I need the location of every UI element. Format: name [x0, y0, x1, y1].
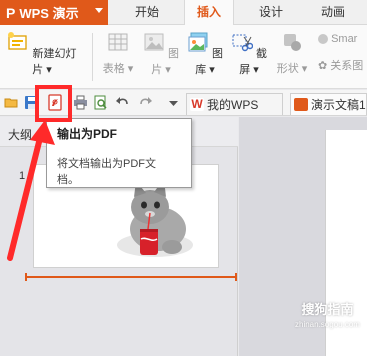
relation-icon: ✿	[318, 60, 328, 72]
shape-label: 形状	[276, 63, 299, 75]
tab-my-wps[interactable]: W 我的WPS	[186, 93, 283, 115]
screenshot-button[interactable]: 截屏 ▾	[230, 31, 268, 77]
table-label: 表格	[102, 63, 125, 75]
open-folder-icon[interactable]	[4, 95, 19, 110]
wps-w-icon: W	[190, 97, 204, 111]
print-icon[interactable]	[73, 95, 88, 110]
wps-logo-icon: P	[6, 4, 16, 21]
relation-diagram-button[interactable]: Smar ✿ 关系图	[318, 31, 367, 73]
presentation-file-icon	[294, 98, 308, 111]
tooltip-title: 输出为PDF	[57, 127, 118, 141]
image-button[interactable]: 图片 ▾	[142, 31, 180, 77]
tab-outline[interactable]: 大纲	[8, 126, 32, 143]
gallery-icon	[188, 32, 208, 52]
smartart-icon	[318, 34, 328, 45]
tab-presentation[interactable]: 演示文稿1	[290, 93, 367, 115]
undo-icon[interactable]	[115, 95, 130, 110]
scissors-icon	[232, 34, 254, 52]
new-slide-label: 新建幻灯片	[32, 48, 77, 76]
tab-animation[interactable]: 动画	[309, 0, 357, 25]
export-pdf-tooltip: 输出为PDF 将文档输出为PDF文 档。	[46, 118, 192, 188]
slide-number: 1	[19, 170, 26, 182]
watermark-brand: 搜狗指南	[301, 302, 354, 317]
print-preview-icon[interactable]	[93, 95, 108, 110]
watermark-url: zhinan.sogou.com	[295, 320, 360, 329]
wps-app-menu-button[interactable]: P WPS 演示	[0, 0, 108, 25]
tab-start[interactable]: 开始	[125, 0, 169, 25]
gallery-button[interactable]: 图库 ▾	[186, 31, 224, 77]
tab-insert[interactable]: 插入	[184, 0, 234, 26]
new-slide-button[interactable]: 新建幻灯片 ▾	[6, 31, 78, 77]
slide-insertion-marker	[25, 273, 237, 281]
dropdown-arrow-icon	[95, 8, 103, 13]
tooltip-description-line1: 将文档输出为PDF文	[57, 158, 156, 170]
customize-dropdown-icon[interactable]	[166, 95, 181, 110]
tab-design[interactable]: 设计	[248, 0, 294, 25]
tab-my-wps-label: 我的WPS	[207, 98, 259, 112]
tooltip-description-line2: 档。	[57, 174, 79, 186]
redo-icon[interactable]	[138, 95, 153, 110]
table-icon	[108, 33, 128, 51]
image-icon	[144, 33, 164, 51]
insert-ribbon: 新建幻灯片 ▾ 表格 ▾ 图片 ▾ 图库 ▾ 截屏 ▾ 形状 ▾ Smar ✿ …	[0, 25, 367, 89]
relation-label: 关系图	[330, 60, 364, 72]
app-title: WPS 演示	[19, 6, 79, 21]
shape-button[interactable]: 形状 ▾	[274, 31, 310, 76]
sogou-watermark: 搜狗指南 zhinan.sogou.com	[295, 299, 360, 329]
highlight-box	[35, 85, 72, 122]
smartart-label: Smar	[331, 33, 358, 45]
tab-presentation-label: 演示文稿1	[311, 98, 366, 112]
new-slide-icon	[8, 32, 28, 50]
shape-icon	[284, 34, 301, 51]
menu-bar: P WPS 演示 开始 插入 设计 动画	[0, 0, 367, 26]
table-button[interactable]: 表格 ▾	[100, 31, 136, 76]
